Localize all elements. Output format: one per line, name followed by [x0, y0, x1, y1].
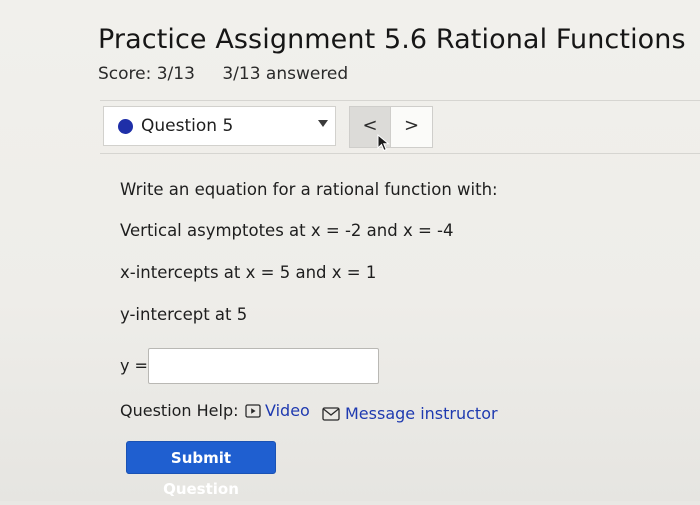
page: Practice Assignment 5.6 Rational Functio… — [0, 0, 700, 501]
condition-y-intercept: y-intercept at 5 — [120, 305, 248, 324]
score-summary: Score: 3/13 3/13 answered — [98, 64, 370, 84]
submit-question-button[interactable]: Submit Question — [126, 441, 276, 498]
filled-circle-icon — [118, 119, 133, 134]
answer-input[interactable] — [148, 348, 379, 384]
caret-down-icon — [318, 120, 328, 127]
question-help-label: Question Help: — [120, 401, 239, 420]
score-text: Score: 3/13 — [98, 64, 195, 84]
answered-text: 3/13 answered — [222, 64, 349, 84]
message-instructor-link[interactable]: Message instructor — [322, 404, 498, 423]
question-select-label: Question 5 — [141, 116, 234, 136]
play-box-icon — [245, 404, 261, 418]
condition-x-intercepts: x-intercepts at x = 5 and x = 1 — [120, 263, 377, 282]
mouse-pointer-icon — [377, 134, 390, 152]
video-link[interactable]: Video — [245, 401, 310, 420]
question-prompt: Write an equation for a rational functio… — [120, 180, 498, 199]
next-question-button[interactable]: > — [391, 107, 432, 147]
message-instructor-label: Message instructor — [345, 404, 498, 423]
video-link-label: Video — [265, 401, 310, 420]
page-title: Practice Assignment 5.6 Rational Functio… — [98, 24, 686, 55]
question-pager: < > — [349, 106, 433, 148]
envelope-icon — [322, 407, 340, 421]
question-select[interactable]: Question 5 — [103, 106, 336, 146]
answer-label: y = — [120, 356, 148, 375]
condition-vertical-asymptotes: Vertical asymptotes at x = -2 and x = -4 — [120, 221, 454, 240]
